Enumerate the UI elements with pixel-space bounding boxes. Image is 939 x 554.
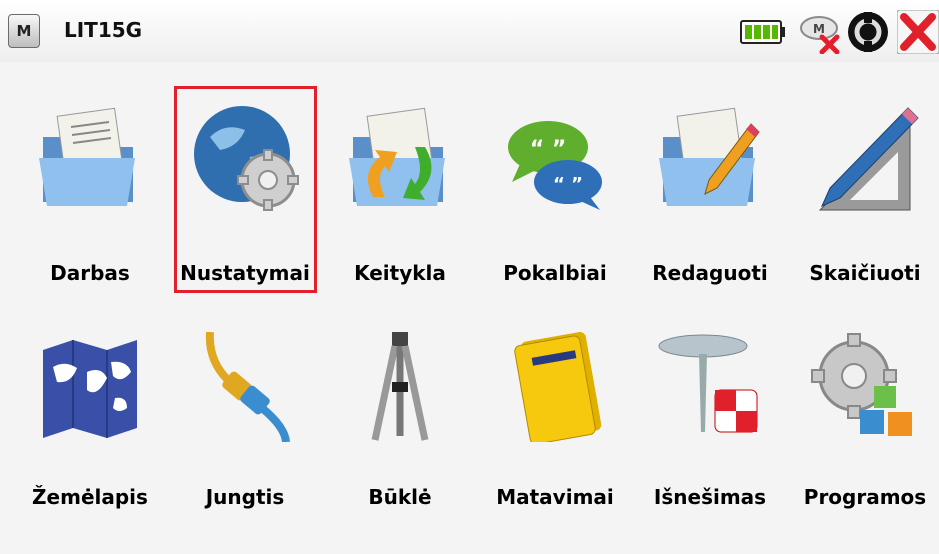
svg-text:“ ”: “ ” bbox=[553, 174, 583, 195]
tile-label: Pokalbiai bbox=[503, 261, 607, 285]
menu-button[interactable]: M bbox=[8, 14, 40, 48]
folder-pencil-icon bbox=[659, 107, 760, 206]
tile-label: Išnešimas bbox=[653, 485, 767, 509]
tile-programos[interactable]: Programos bbox=[790, 320, 939, 520]
tile-label: Programos bbox=[803, 485, 927, 509]
tile-label: Matavimai bbox=[496, 485, 614, 509]
gear-blocks-icon bbox=[811, 333, 912, 436]
folder-document-icon bbox=[39, 107, 135, 206]
world-map-icon bbox=[43, 340, 137, 438]
cloud-disconnected-icon[interactable]: M bbox=[797, 10, 843, 54]
chat-bubbles-icon: “ ” “ ” bbox=[508, 121, 602, 210]
tile-label: Darbas bbox=[50, 261, 130, 285]
title-bar: M LIT15G M bbox=[0, 0, 939, 62]
tile-bukle[interactable]: Būklė bbox=[325, 320, 475, 520]
tile-redaguoti[interactable]: Redaguoti bbox=[635, 90, 785, 290]
tile-label: Redaguoti bbox=[652, 261, 768, 285]
tile-label: Būklė bbox=[368, 485, 432, 509]
tile-jungtis[interactable]: Jungtis bbox=[170, 320, 320, 520]
tile-skaiciuoti[interactable]: Skaičiuoti bbox=[790, 90, 939, 290]
tile-keitykla[interactable]: Keitykla bbox=[325, 90, 475, 290]
tile-label: Žemėlapis bbox=[32, 485, 148, 509]
tile-zemelapis[interactable]: Žemėlapis bbox=[15, 320, 165, 520]
tile-label: Jungtis bbox=[205, 485, 285, 509]
cable-icon bbox=[205, 332, 290, 442]
tile-isnesimas[interactable]: Išnešimas bbox=[635, 320, 785, 520]
tile-pokalbiai[interactable]: “ ” “ ” Pokalbiai bbox=[480, 90, 630, 290]
folder-exchange-icon bbox=[349, 107, 445, 206]
tile-darbas[interactable]: Darbas bbox=[15, 90, 165, 290]
app-title: LIT15G bbox=[64, 18, 143, 42]
pencil-ruler-icon bbox=[818, 107, 919, 211]
notebook-icon bbox=[514, 332, 602, 442]
svg-text:“ ”: “ ” bbox=[530, 137, 567, 162]
selection-highlight bbox=[174, 86, 317, 293]
sync-icon[interactable] bbox=[846, 10, 890, 54]
stakeout-nail-icon bbox=[658, 334, 758, 433]
svg-text:M: M bbox=[813, 22, 825, 36]
tripod-icon bbox=[371, 332, 429, 441]
tile-label: Keitykla bbox=[354, 261, 446, 285]
tile-label: Skaičiuoti bbox=[809, 261, 921, 285]
battery-icon[interactable] bbox=[740, 20, 786, 44]
close-icon[interactable] bbox=[897, 10, 939, 54]
tile-matavimai[interactable]: Matavimai bbox=[480, 320, 630, 520]
